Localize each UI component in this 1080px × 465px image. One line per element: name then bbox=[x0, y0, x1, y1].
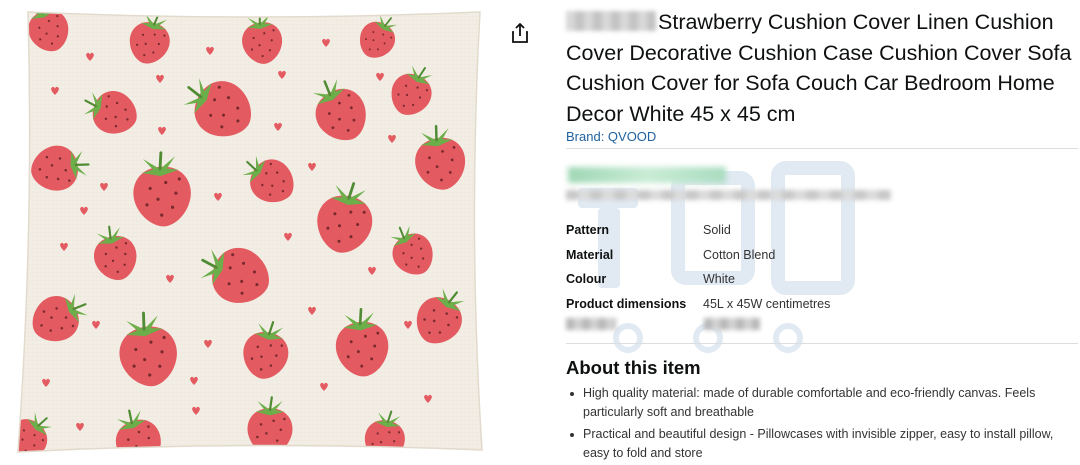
spec-row-dimensions: Product dimensions 45L x 45W centimetres bbox=[566, 292, 830, 317]
redacted-spec-label bbox=[566, 318, 616, 330]
spec-value: White bbox=[703, 272, 735, 287]
spec-label: Colour bbox=[566, 272, 607, 287]
pillow-image bbox=[17, 11, 483, 453]
about-bullet: Practical and beautiful design - Pillowc… bbox=[566, 425, 1078, 463]
redacted-brand-prefix bbox=[566, 11, 656, 31]
spec-label: Product dimensions bbox=[566, 296, 687, 311]
spec-value: Cotton Blend bbox=[703, 247, 776, 262]
about-heading: About this item bbox=[566, 357, 701, 378]
redacted-spec-value bbox=[704, 318, 760, 330]
brand-link[interactable]: Brand: QVOOD bbox=[566, 129, 656, 144]
spec-value: 45L x 45W centimetres bbox=[703, 296, 831, 311]
spec-table: Pattern Solid Material Cotton Blend Colo… bbox=[566, 218, 830, 316]
share-button[interactable] bbox=[505, 18, 535, 48]
share-icon bbox=[512, 23, 528, 43]
product-details: Strawberry Cushion Cover Linen Cushion C… bbox=[566, 0, 1080, 465]
redacted-price bbox=[568, 167, 726, 183]
spec-row-pattern: Pattern Solid bbox=[566, 218, 830, 243]
about-bullet-list: High quality material: made of durable c… bbox=[566, 384, 1078, 465]
about-bullet: High quality material: made of durable c… bbox=[566, 384, 1078, 422]
spec-row-colour: Colour White bbox=[566, 267, 830, 292]
spec-value: Solid bbox=[703, 223, 731, 238]
redacted-info-line bbox=[566, 190, 891, 200]
product-image[interactable] bbox=[0, 0, 500, 465]
spec-label: Material bbox=[566, 247, 614, 262]
product-title: Strawberry Cushion Cover Linen Cushion C… bbox=[566, 7, 1078, 129]
divider bbox=[566, 343, 1078, 344]
spec-row-material: Material Cotton Blend bbox=[566, 243, 830, 268]
spec-label: Pattern bbox=[566, 223, 610, 238]
divider bbox=[566, 148, 1078, 149]
